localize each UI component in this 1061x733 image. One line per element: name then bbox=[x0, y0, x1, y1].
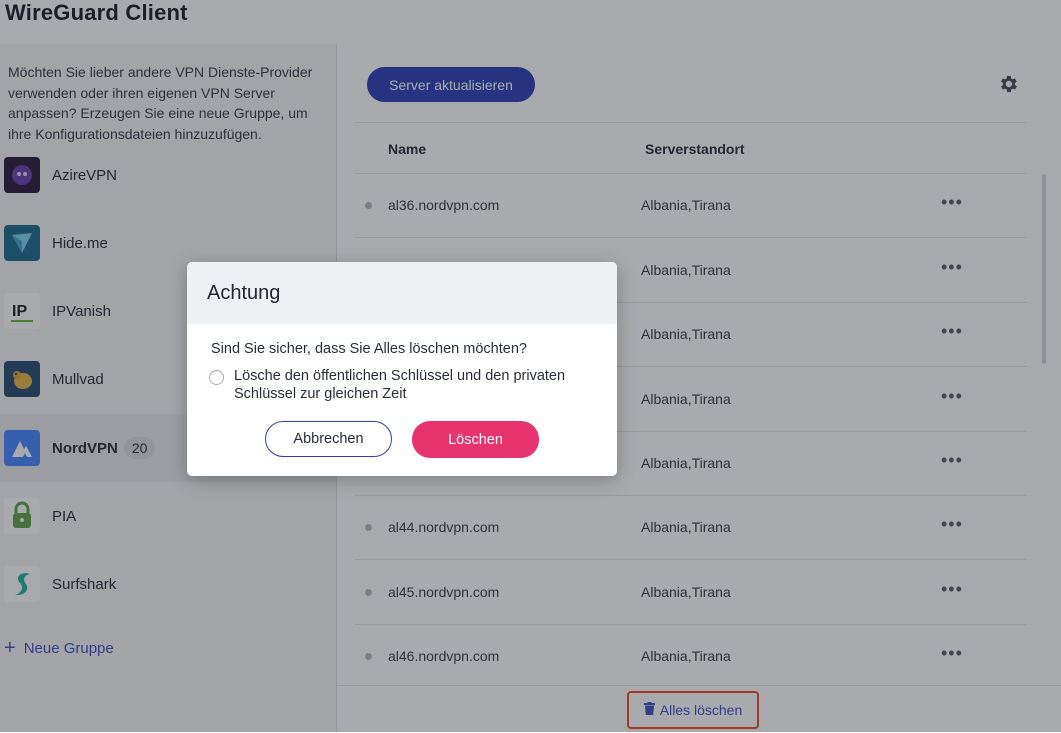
delete-keys-option-label[interactable]: Lösche den öffentlichen Schlüssel und de… bbox=[234, 368, 594, 403]
confirm-dialog: Achtung Sind Sie sicher, dass Sie Alles … bbox=[187, 262, 617, 476]
confirm-delete-button[interactable]: Löschen bbox=[412, 421, 539, 458]
dialog-title: Achtung bbox=[207, 282, 281, 304]
dialog-header: Achtung bbox=[187, 262, 617, 324]
dialog-question: Sind Sie sicher, dass Sie Alles löschen … bbox=[211, 341, 527, 357]
delete-keys-radio[interactable] bbox=[209, 370, 224, 385]
cancel-button[interactable]: Abbrechen bbox=[265, 421, 392, 457]
